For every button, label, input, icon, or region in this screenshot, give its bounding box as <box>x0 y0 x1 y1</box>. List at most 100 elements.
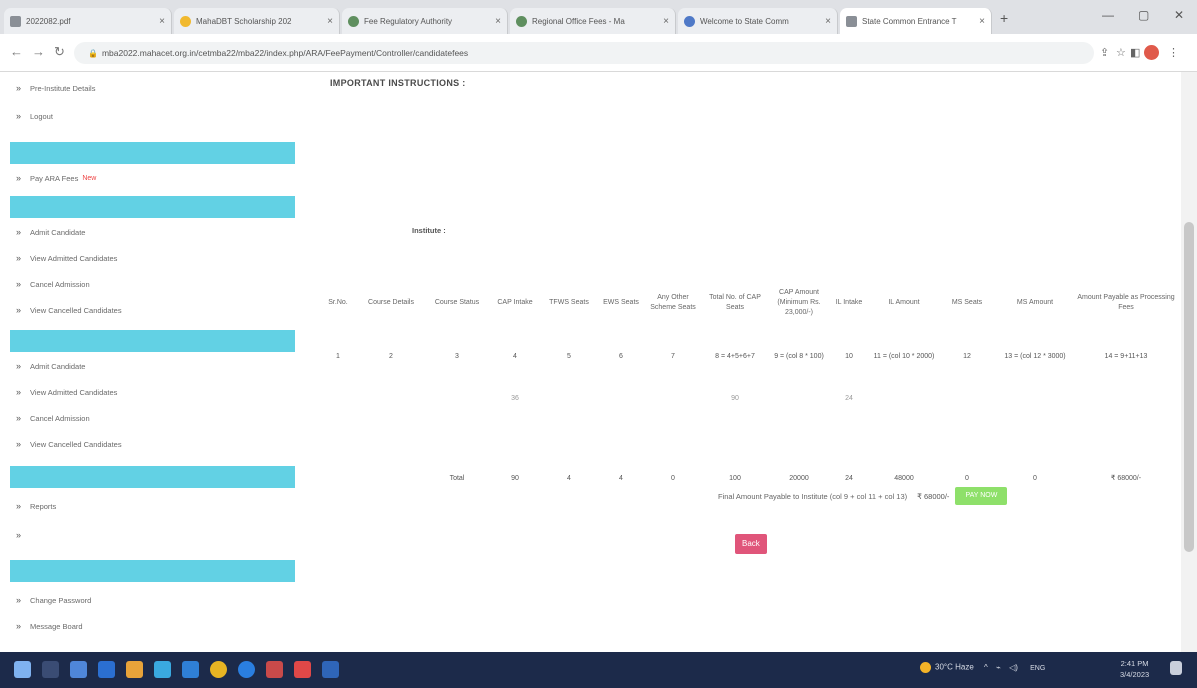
bookmark-star-icon[interactable]: ☆ <box>1116 46 1126 59</box>
pdf-reader-icon[interactable] <box>294 661 311 678</box>
file-explorer-icon[interactable] <box>98 661 115 678</box>
table-cell: 4 <box>619 474 623 482</box>
browser-tab-6-active[interactable]: State Common Entrance T × <box>840 8 992 34</box>
table-cell <box>646 418 700 458</box>
table-cell <box>770 378 828 418</box>
edge-icon[interactable] <box>154 661 171 678</box>
column-header: Course Status <box>434 299 480 306</box>
sidebar-section-header[interactable] <box>10 142 295 164</box>
word-icon[interactable] <box>322 661 339 678</box>
browser-tab-1[interactable]: 2022082.pdf × <box>4 8 172 34</box>
network-icon[interactable]: ⌁ <box>996 663 1001 672</box>
close-window-icon[interactable]: ✕ <box>1174 8 1184 22</box>
sidebar-section-header[interactable] <box>10 560 295 582</box>
sidebar-item-message-board[interactable]: » Message Board <box>0 616 300 636</box>
browser-tab-3[interactable]: Fee Regulatory Authority × <box>342 8 508 34</box>
widgets-icon[interactable] <box>70 661 87 678</box>
close-tab-icon[interactable]: × <box>159 16 165 27</box>
lock-icon: 🔒 <box>88 49 98 58</box>
tray-chevron-up-icon[interactable]: ^ <box>984 663 988 672</box>
table-cell <box>996 378 1074 418</box>
back-arrow-icon[interactable]: ← <box>10 44 23 59</box>
back-button[interactable]: Back <box>735 534 767 554</box>
sidebar-item-report-link[interactable]: » <box>0 522 290 548</box>
profile-avatar[interactable] <box>1144 45 1159 60</box>
sidebar-item-view-cancelled-candidates[interactable]: » View Cancelled Candidates <box>0 300 300 320</box>
chevron-right-icon: » <box>16 501 22 511</box>
pay-now-button[interactable]: PAY NOW <box>955 487 1008 505</box>
sidebar-item-pre-institute-details[interactable]: » Pre-Institute Details <box>0 78 300 98</box>
final-amount-label: Final Amount Payable to Institute (col 9… <box>718 491 908 501</box>
windows-start-icon[interactable] <box>14 661 31 678</box>
close-tab-icon[interactable]: × <box>663 16 669 27</box>
table-cell <box>770 418 828 458</box>
app-icon[interactable] <box>266 661 283 678</box>
share-icon[interactable]: ⇪ <box>1100 46 1109 59</box>
weather-text[interactable]: 30°C Haze <box>935 663 974 672</box>
table-cell <box>596 378 646 418</box>
sidebar-item-label: Cancel Admission <box>30 279 90 289</box>
maximize-icon[interactable]: ▢ <box>1138 8 1149 22</box>
table-cell: 0 <box>671 474 675 482</box>
language-indicator[interactable]: ENG <box>1030 665 1045 672</box>
chrome-icon[interactable] <box>210 661 227 678</box>
sidebar-item-admit-candidate[interactable]: » Admit Candidate <box>0 222 300 242</box>
browser-tab-2[interactable]: MahaDBT Scholarship 202 × <box>174 8 340 34</box>
fees-table: Sr.No. Course Details Course Status CAP … <box>320 258 1178 498</box>
table-cell <box>356 458 426 498</box>
table-cell <box>828 418 870 458</box>
minimize-icon[interactable]: — <box>1102 8 1114 22</box>
notifications-icon[interactable] <box>1170 661 1182 675</box>
sidebar-item-view-admitted-candidates[interactable]: » View Admitted Candidates <box>0 382 300 402</box>
chevron-right-icon: » <box>16 83 22 93</box>
sidebar-item-reports[interactable]: » Reports <box>0 496 300 516</box>
table-cell: 9 = (col 8 * 100) <box>774 352 824 360</box>
chevron-right-icon: » <box>16 305 22 315</box>
sidebar-item-change-password[interactable]: » Change Password <box>0 590 300 610</box>
sidebar-section-header[interactable] <box>10 196 295 218</box>
folder-icon[interactable] <box>126 661 143 678</box>
column-header: Amount Payable as Processing Fees <box>1077 294 1175 311</box>
store-icon[interactable] <box>182 661 199 678</box>
sidebar-item-label: View Admitted Candidates <box>30 387 118 397</box>
sidebar-section-header[interactable] <box>10 466 295 488</box>
side-panel-icon[interactable]: ◧ <box>1130 46 1140 59</box>
reload-icon[interactable]: ↻ <box>54 44 65 60</box>
browser-icon[interactable] <box>238 661 255 678</box>
main-content: IMPORTANT INSTRUCTIONS : Institute : Sr.… <box>300 72 1180 652</box>
chevron-right-icon: » <box>16 439 22 449</box>
tab-title: MahaDBT Scholarship 202 <box>196 16 292 26</box>
chevron-right-icon: » <box>16 227 22 237</box>
sidebar-item-logout[interactable]: » Logout <box>0 106 300 126</box>
sidebar-item-pay-ara-fees[interactable]: » Pay ARA Fees New <box>0 168 300 188</box>
close-tab-icon[interactable]: × <box>825 16 831 27</box>
sidebar-item-cancel-admission[interactable]: » Cancel Admission <box>0 274 300 294</box>
volume-icon[interactable]: ◁) <box>1009 663 1018 672</box>
sidebar-item-label: View Cancelled Candidates <box>30 439 122 449</box>
url-field[interactable]: 🔒 mba2022.mahacet.org.in/cetmba22/mba22/i… <box>74 42 1094 64</box>
chevron-right-icon: » <box>16 111 22 121</box>
sidebar-item-view-admitted-candidates[interactable]: » View Admitted Candidates <box>0 248 300 268</box>
close-tab-icon[interactable]: × <box>979 16 985 27</box>
table-cell <box>356 418 426 458</box>
new-tab-icon[interactable]: + <box>1000 10 1008 26</box>
browser-tab-5[interactable]: Welcome to State Comm × <box>678 8 838 34</box>
menu-kebab-icon[interactable]: ⋮ <box>1168 46 1179 59</box>
close-tab-icon[interactable]: × <box>327 16 333 27</box>
table-cell: 10 <box>845 352 853 360</box>
clock[interactable]: 2:41 PM 3/4/2023 <box>1120 658 1149 680</box>
page-scrollbar[interactable] <box>1181 72 1197 652</box>
browser-tab-4[interactable]: Regional Office Fees - Ma × <box>510 8 676 34</box>
sidebar-section-header[interactable] <box>10 330 295 352</box>
tab-title: 2022082.pdf <box>26 16 71 26</box>
sidebar-item-admit-candidate[interactable]: » Admit Candidate <box>0 356 300 376</box>
sidebar-item-cancel-admission[interactable]: » Cancel Admission <box>0 408 300 428</box>
table-cell <box>1074 378 1178 418</box>
new-badge: New <box>82 174 97 182</box>
sidebar-item-view-cancelled-candidates[interactable]: » View Cancelled Candidates <box>0 434 300 454</box>
scrollbar-thumb[interactable] <box>1184 222 1194 552</box>
close-tab-icon[interactable]: × <box>495 16 501 27</box>
task-view-icon[interactable] <box>42 661 59 678</box>
forward-arrow-icon[interactable]: → <box>32 44 45 59</box>
tab-title: State Common Entrance T <box>862 16 957 26</box>
